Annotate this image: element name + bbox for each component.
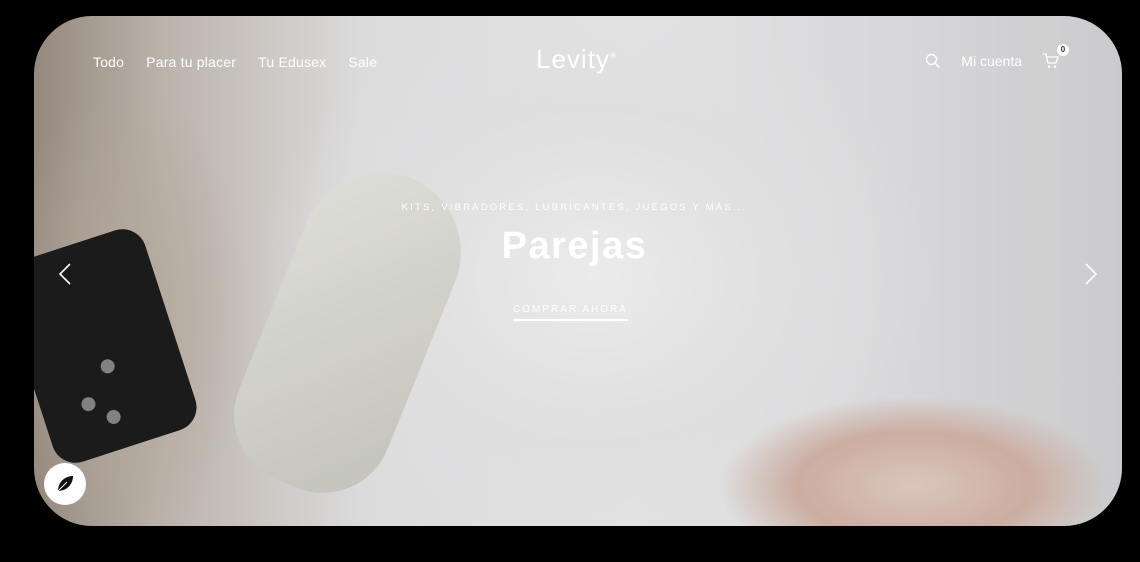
- logo-text: Levity: [536, 44, 610, 74]
- shop-now-button[interactable]: COMPRAR AHORA: [513, 304, 628, 321]
- nav-item-sale[interactable]: Sale: [348, 54, 377, 74]
- main-nav: Todo Para tu placer Tu Edusex Sale: [93, 54, 377, 74]
- trademark-mark: ®: [609, 51, 617, 61]
- leaf-badge-icon: [54, 473, 76, 495]
- cart-button[interactable]: 0: [1042, 44, 1069, 70]
- nav-item-tu-edusex[interactable]: Tu Edusex: [258, 54, 326, 74]
- chevron-right-icon: [1080, 262, 1100, 286]
- header-actions: Mi cuenta 0: [925, 44, 1069, 70]
- slider-prev-button[interactable]: [56, 262, 76, 286]
- site-logo[interactable]: Levity®: [536, 44, 617, 75]
- nav-item-todo[interactable]: Todo: [93, 54, 124, 74]
- cart-icon: [1042, 52, 1060, 70]
- leaf-badge-button[interactable]: [44, 463, 86, 505]
- nav-item-para-tu-placer[interactable]: Para tu placer: [146, 54, 236, 74]
- hero-overlay: [34, 16, 1122, 526]
- slider-next-button[interactable]: [1080, 262, 1100, 286]
- hero-subtitle: KITS, VIBRADORES, LUBRICANTES, JUEGOS Y …: [401, 202, 748, 213]
- account-link[interactable]: Mi cuenta: [961, 53, 1022, 69]
- search-icon[interactable]: [925, 53, 941, 69]
- hero-slide: [34, 16, 1122, 526]
- hero-title: Parejas: [501, 225, 648, 267]
- chevron-left-icon: [56, 262, 76, 286]
- cart-count-badge: 0: [1057, 44, 1069, 56]
